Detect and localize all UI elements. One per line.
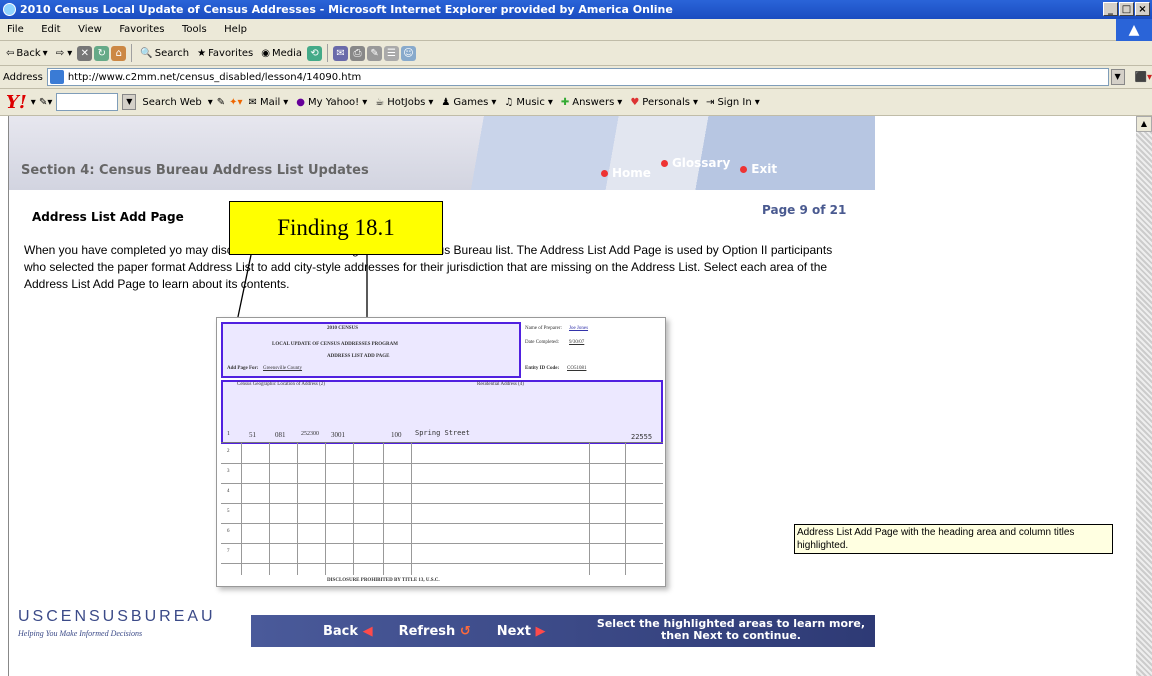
back-button[interactable]: Back — [323, 624, 373, 639]
next-button[interactable]: Next — [497, 624, 546, 639]
page-icon — [49, 70, 64, 84]
search-web-dropdown-icon[interactable]: ▾ — [208, 97, 213, 108]
window-controls: _ □ × — [1103, 2, 1150, 16]
lesson-header: Section 4: Census Bureau Address List Up… — [9, 116, 875, 190]
yahoo-menu-icon[interactable]: ▾ ✎▾ — [31, 97, 53, 108]
standard-toolbar: ⇦ Back ▾ ⇨ ▾ ✕ ↻ ⌂ 🔍 Search ★ Favorites ◉ Med… — [0, 41, 1152, 66]
vertical-scrollbar[interactable]: ▲ — [1136, 116, 1152, 676]
exit-link[interactable]: Exit — [740, 162, 777, 180]
yahoo-myyahoo[interactable]: ● My Yahoo! ▾ — [294, 97, 369, 108]
search-web-button[interactable]: Search Web — [140, 97, 203, 108]
back-button[interactable]: ⇦ Back ▾ — [3, 48, 51, 59]
home-icon[interactable]: ⌂ — [111, 45, 127, 61]
media-icon: ◉ — [261, 47, 270, 59]
heart-icon: ♥ — [630, 96, 640, 108]
stop-icon[interactable]: ✕ — [77, 45, 93, 61]
forward-button[interactable]: ⇨ ▾ — [53, 48, 76, 59]
yahoo-personals[interactable]: ♥ Personals ▾ — [628, 97, 700, 108]
glossary-link[interactable]: Glossary — [661, 156, 730, 180]
maximize-button[interactable]: □ — [1119, 2, 1134, 16]
close-button[interactable]: × — [1135, 2, 1150, 16]
ie-icon — [3, 3, 16, 16]
forward-arrow-icon: ⇨ ▾ — [55, 47, 73, 59]
antispy-icon[interactable]: ✦▾ — [229, 97, 242, 108]
history-icon[interactable]: ⟲ — [307, 45, 323, 61]
discuss-icon[interactable]: ☰ — [384, 45, 400, 61]
menu-edit[interactable]: Edit — [34, 19, 67, 41]
minimize-button[interactable]: _ — [1103, 2, 1118, 16]
navigation-instructions: Select the highlighted areas to learn mo… — [596, 617, 866, 642]
highlight-icon[interactable]: ✎ — [217, 97, 225, 108]
signin-icon: ⇥ — [706, 96, 715, 108]
section-title: Section 4: Census Bureau Address List Up… — [21, 163, 369, 178]
yahoo-logo[interactable]: Y! — [6, 92, 27, 113]
address-bar: Address http://www.c2mm.net/census_disab… — [0, 66, 1152, 89]
favorites-button[interactable]: ★ Favorites — [194, 48, 256, 59]
lesson-page: Section 4: Census Bureau Address List Up… — [9, 116, 875, 656]
messenger-icon[interactable]: ☺ — [401, 45, 417, 61]
games-icon: ♟ — [441, 96, 451, 108]
address-list-add-page-form: 2010 CENSUS LOCAL UPDATE OF CENSUS ADDRE… — [216, 317, 666, 587]
menu-bar: File Edit View Favorites Tools Help ▲ — [0, 19, 1152, 41]
mail-icon: ✉ — [248, 96, 257, 108]
title-bar: 2010 Census Local Update of Census Addre… — [0, 0, 1152, 19]
music-icon: ♫ — [504, 96, 514, 108]
address-input[interactable]: http://www.c2mm.net/census_disabled/less… — [46, 68, 1109, 86]
lesson-footer: USCENSUSBUREAU Helping You Make Informed… — [9, 602, 875, 656]
census-bureau-logo: USCENSUSBUREAU — [18, 608, 216, 625]
refresh-icon[interactable]: ↻ — [94, 45, 110, 61]
yahoo-search-dropdown[interactable]: ▼ — [122, 94, 137, 110]
yahoo-toolbar: Y! ▾ ✎▾ ▼ Search Web ▾ ✎ ✦▾ ✉ Mail ▾ ● My … — [0, 89, 1152, 116]
bottom-nav: Back Refresh Next Select the highlighted… — [251, 615, 875, 647]
yahoo-signin[interactable]: ⇥ Sign In ▾ — [704, 97, 762, 108]
search-icon: 🔍 — [140, 47, 153, 59]
finding-label: Finding 18.1 — [229, 201, 443, 255]
page-number: Page 9 of 21 — [762, 203, 847, 217]
media-button[interactable]: ◉ Media — [258, 48, 305, 59]
menu-help[interactable]: Help — [217, 19, 254, 41]
top-nav: Home Glossary Exit — [601, 156, 777, 180]
window-title: 2010 Census Local Update of Census Addre… — [20, 3, 673, 16]
scroll-up-button[interactable]: ▲ — [1136, 116, 1152, 132]
menu-favorites[interactable]: Favorites — [112, 19, 171, 41]
back-arrow-icon: ⇦ — [6, 47, 15, 59]
browser-window: 2010 Census Local Update of Census Addre… — [0, 0, 1152, 676]
image-tooltip: Address List Add Page with the heading a… — [794, 524, 1113, 554]
yahoo-mail[interactable]: ✉ Mail ▾ — [247, 97, 291, 108]
yahoo-music[interactable]: ♫ Music ▾ — [502, 97, 554, 108]
answers-icon: ✚ — [560, 96, 570, 108]
menu-view[interactable]: View — [71, 19, 109, 41]
yahoo-games[interactable]: ♟ Games ▾ — [439, 97, 498, 108]
page-title: Address List Add Page — [32, 210, 184, 224]
acrobat-icon[interactable]: ⬛▾ — [1135, 72, 1152, 83]
edit-icon[interactable]: ✎ — [367, 45, 383, 61]
address-dropdown[interactable]: ▼ — [1110, 69, 1125, 85]
home-link[interactable]: Home — [601, 166, 651, 180]
menu-file[interactable]: File — [0, 19, 31, 41]
yahoo-answers[interactable]: ✚ Answers ▾ — [559, 97, 624, 108]
hotjobs-icon: ☕ — [375, 96, 385, 108]
mail-icon[interactable]: ✉ — [333, 45, 349, 61]
refresh-button[interactable]: Refresh — [399, 624, 471, 639]
yahoo-search-input[interactable] — [56, 93, 119, 111]
address-label: Address — [3, 71, 43, 83]
print-icon[interactable]: ⎙ — [350, 45, 366, 61]
yahoo-hotjobs[interactable]: ☕ HotJobs ▾ — [373, 97, 435, 108]
menu-tools[interactable]: Tools — [175, 19, 214, 41]
myyahoo-icon: ● — [296, 96, 306, 108]
favorites-icon: ★ — [197, 47, 207, 59]
census-bureau-tagline: Helping You Make Informed Decisions — [18, 629, 143, 638]
windows-logo-icon: ▲ — [1116, 19, 1152, 41]
search-button[interactable]: 🔍 Search — [137, 48, 192, 59]
address-grid: 1 51 081 252300 3001 100 Spring Street 2… — [221, 429, 663, 575]
